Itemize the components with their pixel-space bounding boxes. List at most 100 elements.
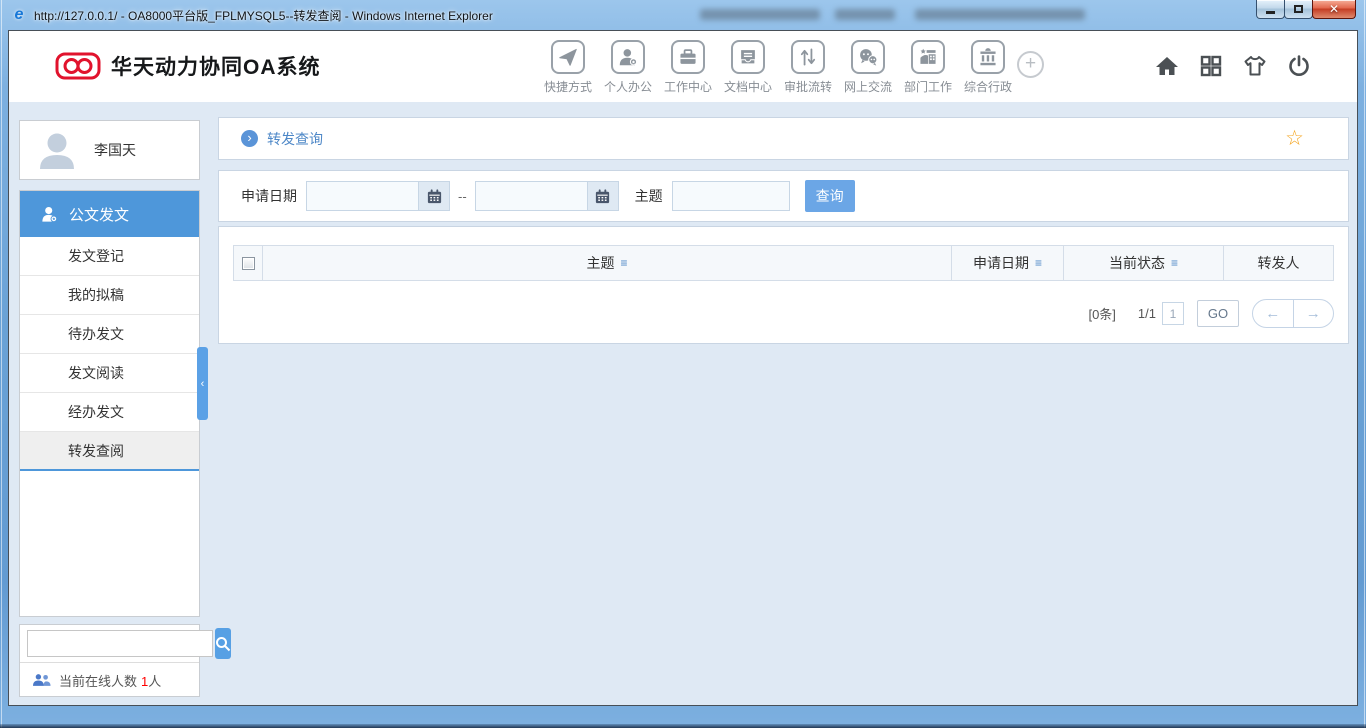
avatar	[34, 127, 80, 173]
online-users-icon	[33, 673, 51, 687]
page-number-input[interactable]	[1162, 302, 1184, 325]
department-icon	[911, 40, 945, 74]
sidebar-item-dispatch-register[interactable]: 发文登记	[20, 237, 199, 276]
arrows-updown-icon	[791, 40, 825, 74]
date-range-label: 申请日期	[241, 186, 297, 206]
add-module-button[interactable]: +	[1017, 51, 1044, 78]
app-header: 华天动力协同OA系统 快捷方式 个人办公	[9, 31, 1357, 102]
maximize-button[interactable]	[1284, 0, 1313, 19]
logo-text: 华天动力协同OA系统	[111, 51, 321, 81]
query-button[interactable]: 查询	[805, 180, 855, 212]
nav-item-department-work[interactable]: 部门工作	[898, 40, 958, 95]
titlebar[interactable]: e http://127.0.0.1/ - OA8000平台版_FPLMYSQL…	[0, 0, 1366, 30]
filter-bar: 申请日期 -- 主题 查询	[218, 170, 1349, 222]
page-title: 转发查询	[267, 129, 323, 149]
blurred-background-window-title	[835, 9, 895, 20]
sidebar-bottom-panel: 当前在线人数 1人	[19, 624, 200, 697]
window-title: http://127.0.0.1/ - OA8000平台版_FPLMYSQL5-…	[34, 7, 493, 24]
browser-window: e http://127.0.0.1/ - OA8000平台版_FPLMYSQL…	[0, 0, 1366, 728]
sidebar-item-forward-review[interactable]: 转发查阅	[20, 432, 199, 471]
browser-viewport: 华天动力协同OA系统 快捷方式 个人办公	[8, 30, 1358, 706]
shirt-theme-icon[interactable]	[1243, 54, 1267, 78]
sidebar-item-handled-dispatch[interactable]: 经办发文	[20, 393, 199, 432]
power-icon[interactable]	[1287, 54, 1311, 78]
favorite-star-icon[interactable]: ☆	[1285, 126, 1304, 151]
search-icon	[215, 636, 231, 652]
bank-icon	[971, 40, 1005, 74]
column-header-subject[interactable]: 主题 ≡	[262, 246, 951, 280]
online-users-suffix: 人	[148, 674, 161, 689]
sort-icon[interactable]: ≡	[1035, 256, 1042, 270]
column-header-current-status[interactable]: 当前状态 ≡	[1063, 246, 1223, 280]
sidebar-section-label: 公文发文	[69, 204, 129, 225]
internet-explorer-icon: e	[10, 6, 28, 24]
sidebar-menu: 公文发文 发文登记 我的拟稿 待办发文 发文阅读 经办发文 转发查阅	[19, 190, 200, 617]
close-button[interactable]: ✕	[1312, 0, 1356, 19]
maximize-icon	[1294, 5, 1303, 13]
sidebar-search-input[interactable]	[27, 630, 213, 657]
arrow-left-icon: ←	[1265, 305, 1280, 322]
chevron-left-icon: ‹	[201, 378, 205, 390]
person-icon	[611, 40, 645, 74]
blurred-background-window-title	[915, 9, 1085, 20]
document-tray-icon	[731, 40, 765, 74]
nav-item-personal-office[interactable]: 个人办公	[598, 40, 658, 95]
date-from-input[interactable]	[306, 181, 418, 211]
blurred-background-window-title	[700, 9, 820, 20]
close-icon: ✕	[1329, 2, 1339, 16]
nav-item-general-admin[interactable]: 综合行政	[958, 40, 1018, 95]
nav-item-approval-flow[interactable]: 审批流转	[778, 40, 838, 95]
sidebar-collapse-handle[interactable]: ‹	[197, 347, 208, 420]
plus-icon: +	[1025, 53, 1036, 74]
home-icon[interactable]	[1155, 54, 1179, 78]
column-header-apply-date[interactable]: 申请日期 ≡	[951, 246, 1063, 280]
total-records: [0条]	[1088, 304, 1115, 323]
next-page-button[interactable]: →	[1294, 300, 1334, 327]
top-navigation: 快捷方式 个人办公 工作中心	[538, 40, 1018, 95]
minimize-button[interactable]	[1256, 0, 1285, 19]
app-logo[interactable]: 华天动力协同OA系统	[55, 51, 321, 81]
sidebar-section-document-dispatch[interactable]: 公文发文	[20, 191, 199, 237]
sidebar-item-pending-dispatch[interactable]: 待办发文	[20, 315, 199, 354]
person-badge-icon	[40, 205, 59, 224]
online-users-label: 当前在线人数	[59, 671, 137, 690]
sort-icon[interactable]: ≡	[1171, 256, 1178, 270]
subject-input[interactable]	[672, 181, 790, 211]
go-button[interactable]: GO	[1197, 300, 1239, 327]
page-info: 1/1	[1138, 306, 1156, 321]
calendar-icon	[426, 188, 443, 205]
subject-label: 主题	[635, 186, 663, 206]
grid-icon[interactable]	[1199, 54, 1223, 78]
chat-icon	[851, 40, 885, 74]
online-users-row: 当前在线人数 1人	[20, 663, 199, 697]
arrow-right-icon: →	[1306, 305, 1321, 322]
results-panel: 主题 ≡ 申请日期 ≡ 当前状态 ≡ 转发人	[218, 226, 1349, 344]
calendar-icon	[594, 188, 611, 205]
breadcrumb-arrow-icon: ›	[241, 130, 258, 147]
frame-highlight	[1364, 0, 1365, 728]
header-right-icons	[1155, 54, 1311, 78]
date-to-input[interactable]	[475, 181, 587, 211]
column-header-forwarder[interactable]: 转发人	[1223, 246, 1333, 280]
previous-page-button[interactable]: ←	[1253, 300, 1294, 327]
sort-icon[interactable]: ≡	[620, 256, 627, 270]
nav-item-shortcuts[interactable]: 快捷方式	[538, 40, 598, 95]
breadcrumb-bar: › 转发查询 ☆	[218, 117, 1349, 160]
nav-item-document-center[interactable]: 文档中心	[718, 40, 778, 95]
select-all-cell	[234, 246, 262, 280]
sidebar-item-dispatch-reading[interactable]: 发文阅读	[20, 354, 199, 393]
date-from-calendar-button[interactable]	[418, 181, 450, 211]
sidebar-item-my-drafts[interactable]: 我的拟稿	[20, 276, 199, 315]
nav-item-work-center[interactable]: 工作中心	[658, 40, 718, 95]
workspace: 李国天 公文发文 发文登记 我的拟稿 待办发文 发文阅读 经办发文 转发查阅	[9, 102, 1357, 705]
sidebar-search-button[interactable]	[215, 628, 231, 659]
date-to-calendar-button[interactable]	[587, 181, 619, 211]
table-header-row: 主题 ≡ 申请日期 ≡ 当前状态 ≡ 转发人	[233, 245, 1334, 281]
minimize-icon	[1266, 11, 1275, 14]
pagination: [0条] 1/1 GO ← →	[1088, 299, 1334, 328]
pager-arrows: ← →	[1252, 299, 1334, 328]
date-range-separator: --	[458, 189, 467, 204]
select-all-checkbox[interactable]	[242, 257, 255, 270]
nav-item-online-chat[interactable]: 网上交流	[838, 40, 898, 95]
logo-infinity-icon	[55, 51, 101, 81]
